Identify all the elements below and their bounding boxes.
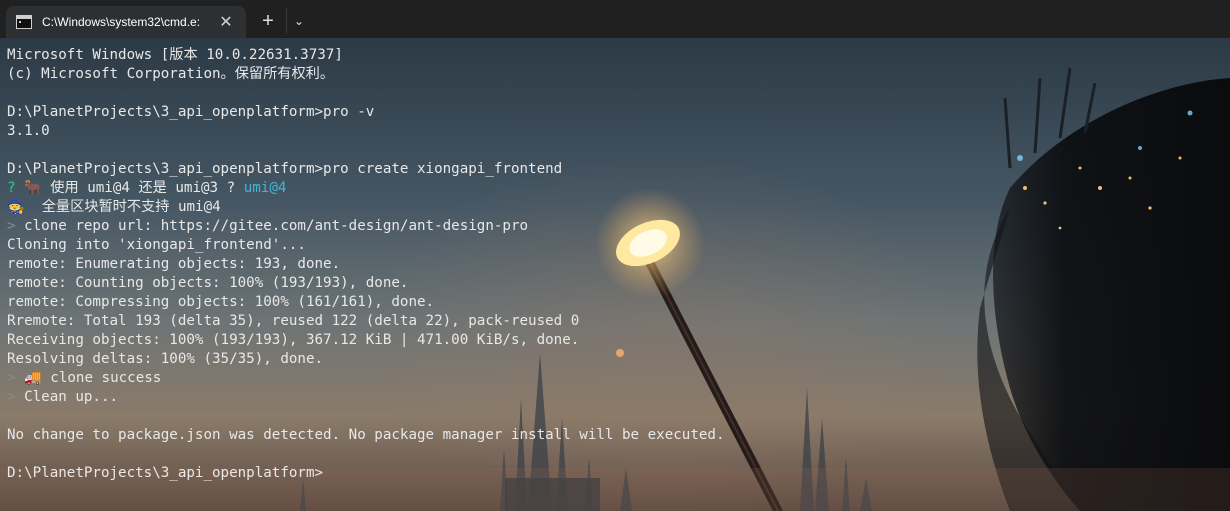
terminal-line: D:\PlanetProjects\3_api_openplatform>pro… bbox=[7, 103, 725, 122]
terminal-output[interactable]: Microsoft Windows [版本 10.0.22631.3737] (c… bbox=[0, 38, 1230, 511]
terminal-text: 🚚 clone success bbox=[24, 370, 162, 386]
terminal-text: > bbox=[7, 389, 25, 405]
terminal-line: 🧙 全量区块暂时不支持 umi@4 bbox=[7, 198, 725, 217]
terminal-line: Receiving objects: 100% (193/193), 367.1… bbox=[7, 331, 725, 350]
terminal-text: remote: Counting objects: 100% (193/193)… bbox=[7, 275, 409, 291]
terminal-line: 3.1.0 bbox=[7, 122, 725, 141]
terminal-line: D:\PlanetProjects\3_api_openplatform> bbox=[7, 464, 725, 483]
terminal-line: Resolving deltas: 100% (35/35), done. bbox=[7, 350, 725, 369]
terminal-text: D:\PlanetProjects\3_api_openplatform>pro… bbox=[7, 161, 563, 177]
terminal-text: Clean up... bbox=[24, 389, 119, 405]
terminal-text: umi@4 bbox=[243, 180, 287, 196]
terminal-text: 🐂 使用 umi@4 还是 umi@3 ? bbox=[24, 180, 244, 196]
terminal-line: No change to package.json was detected. … bbox=[7, 426, 725, 445]
chevron-down-icon[interactable]: ⌄ bbox=[286, 8, 311, 34]
terminal-line: ? 🐂 使用 umi@4 还是 umi@3 ? umi@4 bbox=[7, 179, 725, 198]
terminal-text: 3.1.0 bbox=[7, 123, 50, 139]
terminal-text: (c) Microsoft Corporation。保留所有权利。 bbox=[7, 66, 335, 82]
terminal-line: Cloning into 'xiongapi_frontend'... bbox=[7, 236, 725, 255]
terminal-text: Cloning into 'xiongapi_frontend'... bbox=[7, 237, 306, 253]
terminal-line: > Clean up... bbox=[7, 388, 725, 407]
close-tab-button[interactable]: ✕ bbox=[214, 10, 238, 34]
terminal-line: D:\PlanetProjects\3_api_openplatform>pro… bbox=[7, 160, 725, 179]
terminal-text: remote: Enumerating objects: 193, done. bbox=[7, 256, 341, 272]
tab-cmd[interactable]: C:\Windows\system32\cmd.e: ✕ bbox=[6, 6, 246, 38]
tab-title: C:\Windows\system32\cmd.e: bbox=[42, 15, 201, 29]
new-tab-button[interactable]: + bbox=[254, 8, 282, 34]
terminal-text: remote: Compressing objects: 100% (161/1… bbox=[7, 294, 435, 310]
cmd-icon bbox=[16, 15, 32, 29]
title-bar: C:\Windows\system32\cmd.e: ✕ + ⌄ bbox=[0, 0, 1230, 38]
terminal-text: > bbox=[7, 218, 25, 234]
terminal-line: (c) Microsoft Corporation。保留所有权利。 bbox=[7, 65, 725, 84]
terminal-line: Microsoft Windows [版本 10.0.22631.3737] bbox=[7, 46, 725, 65]
terminal-line: remote: Counting objects: 100% (193/193)… bbox=[7, 274, 725, 293]
terminal-text: Rremote: Total 193 (delta 35), reused 12… bbox=[7, 313, 580, 329]
terminal-text: D:\PlanetProjects\3_api_openplatform> bbox=[7, 465, 324, 481]
terminal-text: D:\PlanetProjects\3_api_openplatform>pro… bbox=[7, 104, 375, 120]
terminal-line: remote: Compressing objects: 100% (161/1… bbox=[7, 293, 725, 312]
terminal-text: Resolving deltas: 100% (35/35), done. bbox=[7, 351, 324, 367]
terminal-line: > 🚚 clone success bbox=[7, 369, 725, 388]
terminal-line: Rremote: Total 193 (delta 35), reused 12… bbox=[7, 312, 725, 331]
terminal-text: No change to package.json was detected. … bbox=[7, 427, 725, 443]
terminal-text: Receiving objects: 100% (193/193), 367.1… bbox=[7, 332, 580, 348]
terminal-line: > clone repo url: https://gitee.com/ant-… bbox=[7, 217, 725, 236]
terminal-lines: Microsoft Windows [版本 10.0.22631.3737] (c… bbox=[7, 46, 725, 483]
terminal-line: remote: Enumerating objects: 193, done. bbox=[7, 255, 725, 274]
terminal-text: > bbox=[7, 370, 25, 386]
terminal-text: Microsoft Windows [版本 10.0.22631.3737] bbox=[7, 47, 343, 63]
terminal-text: clone repo url: https://gitee.com/ant-de… bbox=[24, 218, 529, 234]
terminal-text: 🧙 全量区块暂时不支持 umi@4 bbox=[7, 199, 221, 215]
terminal-text: ? bbox=[7, 180, 25, 196]
